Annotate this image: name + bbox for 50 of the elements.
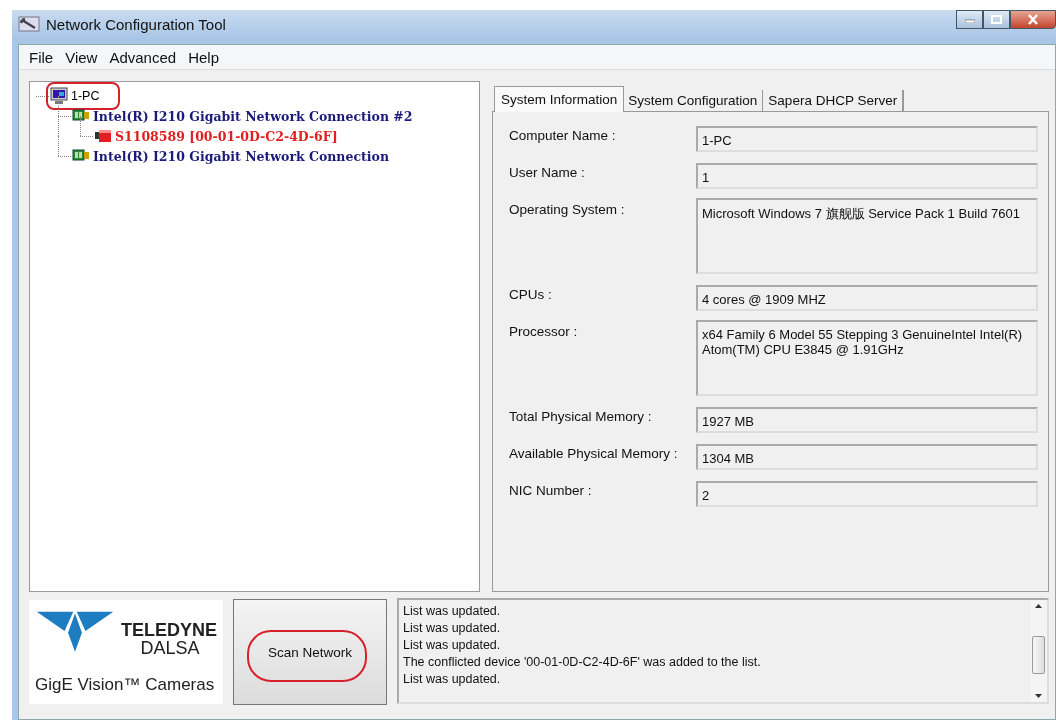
brand-name: TELEDYNE (121, 620, 218, 639)
wrench-icon (18, 15, 40, 33)
brand-subname: DALSA (139, 638, 201, 660)
field-label: Total Physical Memory : (509, 408, 653, 424)
log-line: List was updated. (403, 637, 502, 654)
menu-item[interactable]: File (23, 48, 60, 66)
field-label: Computer Name : (509, 127, 617, 143)
readonly-field: 2 (696, 481, 1038, 507)
maximize-button[interactable] (983, 10, 1010, 29)
field-label: User Name : (509, 164, 586, 180)
scrollbar[interactable] (1030, 600, 1047, 702)
tab[interactable]: System Information (494, 86, 625, 112)
scroll-up-icon (1035, 604, 1042, 608)
menu-item[interactable]: View (59, 48, 104, 66)
tree-item[interactable]: 1-PC (71, 89, 100, 103)
scan-network-button[interactable]: Scan Network (233, 599, 387, 705)
field-label: Processor : (509, 323, 579, 339)
tab[interactable]: Sapera DHCP Server (763, 90, 905, 111)
camera-icon (94, 127, 112, 145)
minimize-icon (964, 16, 975, 23)
close-icon (1027, 14, 1039, 25)
readonly-field: 1-PC (696, 126, 1038, 152)
minimize-button[interactable] (956, 10, 983, 29)
field-label: NIC Number : (509, 482, 593, 498)
log-line: List was updated. (403, 620, 502, 637)
tree-item[interactable]: Intel(R) I210 Gigabit Network Connection (93, 148, 389, 164)
computer-icon (50, 87, 68, 105)
log-line: List was updated. (403, 671, 502, 688)
readonly-field: 1304 MB (696, 444, 1038, 470)
readonly-field: 1927 MB (696, 407, 1038, 433)
tree-item[interactable]: S1108589 [00-01-0D-C2-4D-6F] (115, 128, 338, 144)
menu-item[interactable]: Help (182, 48, 225, 66)
tree-item[interactable]: Intel(R) I210 Gigabit Network Connection #2 (93, 108, 413, 124)
field-label: Operating System : (509, 201, 626, 217)
log-line: List was updated. (403, 603, 502, 620)
field-label: Available Physical Memory : (509, 445, 679, 461)
readonly-field: x64 Family 6 Model 55 Stepping 3 GenuineIntel Intel(R) Atom(TM) CPU E3845 @ 1.91GHz (696, 320, 1038, 396)
scroll-down-icon (1035, 694, 1042, 698)
readonly-field: 1 (696, 163, 1038, 189)
readonly-field: 4 cores @ 1909 MHZ (696, 285, 1038, 311)
menu-item[interactable]: Advanced (103, 48, 183, 66)
field-label: CPUs : (509, 286, 553, 302)
window-title: Network Configuration Tool (46, 15, 226, 33)
close-button[interactable] (1010, 10, 1056, 29)
logo-caption: GigE Vision™ Cameras (35, 675, 216, 697)
readonly-field: Microsoft Windows 7 旗舰版 Service Pack 1 Build 7601 (696, 198, 1038, 274)
scroll-thumb[interactable] (1032, 636, 1045, 674)
log-line: The conflicted device '00-01-0D-C2-4D-6F' was added to the list. (403, 654, 762, 671)
maximize-icon (991, 15, 1002, 24)
teledyne-fan-icon (35, 610, 115, 652)
